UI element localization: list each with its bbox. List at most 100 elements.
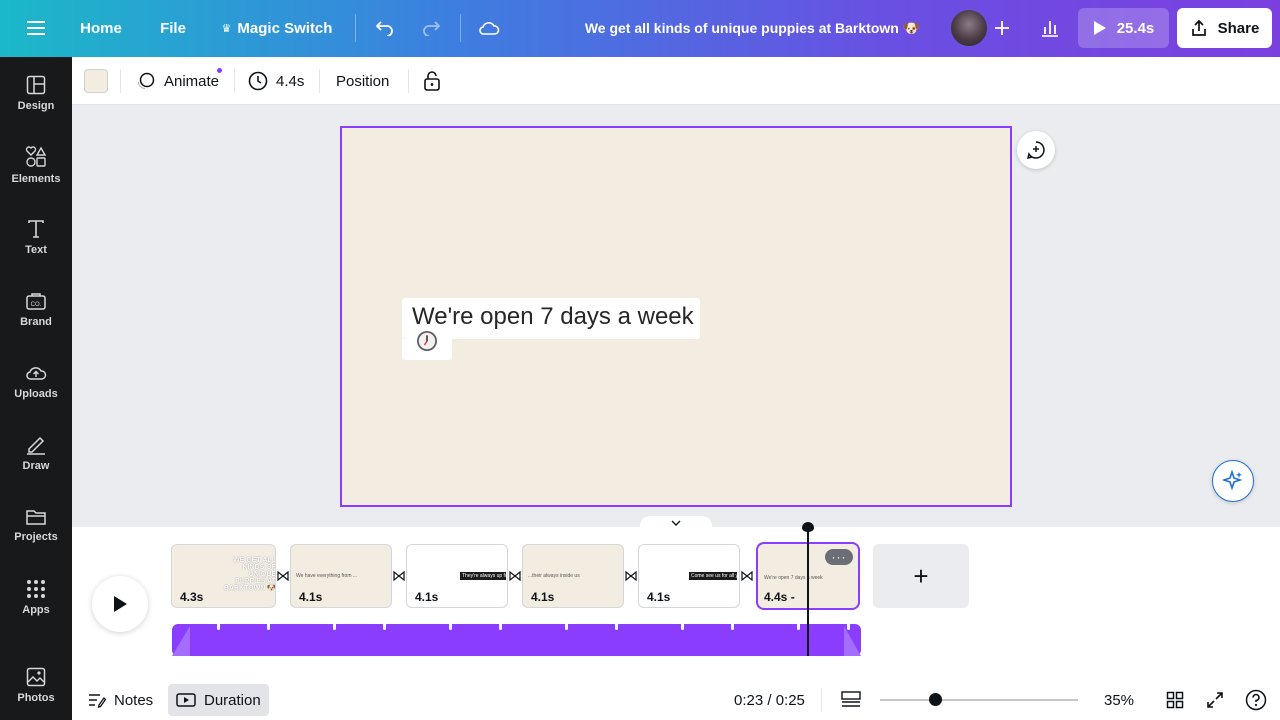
uploads-icon — [26, 366, 47, 380]
sidebar-item-photos[interactable]: Photos — [0, 651, 72, 719]
grid-view-button[interactable] — [1166, 684, 1184, 716]
playback-time: 0:23 / 0:25 — [734, 691, 805, 709]
document-title[interactable]: We get all kinds of unique puppies at Ba… — [580, 12, 925, 44]
insights-icon[interactable] — [1032, 10, 1068, 46]
share-button[interactable]: Share — [1177, 8, 1272, 48]
audio-marker — [499, 624, 502, 630]
home-button[interactable]: Home — [76, 12, 126, 44]
zoom-slider-track[interactable] — [880, 699, 1078, 701]
share-icon — [1191, 19, 1206, 36]
duration-icon — [176, 693, 196, 707]
play-presentation-button[interactable]: 25.4s — [1078, 8, 1169, 48]
sidebar-item-text[interactable]: Text — [0, 203, 72, 271]
audio-marker — [847, 624, 850, 630]
page-thumbnail[interactable]: They're always up for a good playdate 4.… — [406, 544, 508, 608]
help-button[interactable] — [1245, 684, 1267, 716]
sidebar-item-elements[interactable]: Elements — [0, 131, 72, 199]
audio-marker — [333, 624, 336, 630]
cloud-sync-icon[interactable] — [471, 10, 507, 46]
divider — [234, 69, 235, 93]
magic-switch-button[interactable]: ♛ Magic Switch — [220, 12, 334, 44]
page-thumbnail[interactable]: Come see us for all your puppy needs 4.1… — [638, 544, 740, 608]
clock-icon — [248, 71, 268, 91]
fullscreen-button[interactable] — [1206, 684, 1224, 716]
add-page-button[interactable]: + — [873, 544, 969, 608]
top-bar: Home File ♛ Magic Switch We get all kind… — [0, 0, 1280, 57]
audio-marker — [615, 624, 618, 630]
clock-emoji-icon[interactable] — [416, 330, 438, 352]
photos-icon — [26, 667, 46, 686]
divider — [319, 69, 320, 93]
magic-assistant-button[interactable] — [1212, 460, 1254, 502]
brand-icon: CO. — [26, 292, 46, 310]
redo-icon[interactable] — [413, 10, 449, 46]
audio-track[interactable] — [172, 624, 861, 656]
divider — [408, 69, 409, 93]
transition-icon[interactable] — [275, 568, 291, 584]
page-thumbnail[interactable]: We have everything from ... 4.1s — [290, 544, 392, 608]
draw-icon — [27, 436, 45, 455]
add-collaborator-icon[interactable] — [984, 10, 1020, 46]
file-button[interactable]: File — [156, 12, 190, 44]
transition-icon[interactable] — [623, 568, 639, 584]
zoom-level[interactable]: 35% — [1104, 684, 1134, 716]
transition-icon[interactable] — [739, 568, 755, 584]
timing-button[interactable]: 4.4s — [248, 57, 304, 105]
duration-button[interactable]: Duration — [168, 684, 269, 716]
notes-button[interactable]: Notes — [88, 684, 153, 716]
text-icon — [28, 219, 44, 238]
editor-toolbar: Animate 4.4s Position — [72, 57, 1280, 105]
sidebar-item-apps[interactable]: Apps — [0, 563, 72, 631]
timeline-play-button[interactable] — [92, 576, 148, 632]
sidebar-item-projects[interactable]: Projects — [0, 491, 72, 559]
grid-icon — [1166, 691, 1184, 709]
apps-icon — [27, 579, 45, 598]
new-indicator-dot — [217, 68, 222, 73]
transition-icon[interactable] — [507, 568, 523, 584]
collapse-timeline-button[interactable] — [640, 516, 712, 530]
zoom-slider-handle[interactable] — [928, 693, 942, 706]
page-more-options-button[interactable]: ··· — [825, 549, 853, 565]
playhead[interactable] — [807, 528, 809, 656]
design-icon — [26, 75, 46, 94]
sparkle-icon — [1222, 470, 1243, 491]
divider — [120, 69, 121, 93]
canvas-text[interactable]: We're open 7 days a week — [412, 303, 694, 331]
play-icon — [1093, 21, 1106, 35]
play-icon — [114, 596, 127, 612]
menu-icon[interactable] — [20, 12, 52, 44]
avatar[interactable] — [949, 8, 989, 48]
position-button[interactable]: Position — [336, 57, 389, 105]
lock-button[interactable] — [423, 57, 441, 105]
audio-marker — [731, 624, 734, 630]
sidebar-item-uploads[interactable]: Uploads — [0, 347, 72, 415]
notes-icon — [89, 694, 106, 708]
audio-marker — [797, 624, 800, 630]
crown-icon: ♛ — [221, 22, 232, 35]
left-sidebar: Design Elements Text CO. Brand Uploads D… — [0, 57, 72, 720]
transition-icon[interactable] — [391, 568, 407, 584]
audio-marker — [449, 624, 452, 630]
divider — [460, 14, 461, 42]
audio-track-shape — [172, 626, 861, 656]
audio-marker — [681, 624, 684, 630]
page-thumbnail[interactable]: WE GET ALL KINDS OF UNIQUE PUPPIES AT BA… — [171, 544, 276, 608]
sidebar-item-design[interactable]: Design — [0, 59, 72, 127]
page-view-toggle[interactable] — [840, 684, 862, 716]
animate-button[interactable]: Animate — [136, 57, 219, 105]
background-color-swatch[interactable] — [84, 69, 108, 93]
divider — [821, 688, 822, 712]
audio-marker — [217, 624, 220, 630]
projects-icon — [26, 509, 46, 525]
chevron-down-icon — [671, 520, 681, 526]
playhead-handle[interactable] — [802, 522, 814, 532]
sidebar-item-draw[interactable]: Draw — [0, 419, 72, 487]
comment-button[interactable] — [1017, 131, 1055, 169]
page-thumbnail[interactable]: ...their always inside us 4.1s — [522, 544, 624, 608]
svg-text:CO.: CO. — [31, 302, 42, 308]
timeline-view-icon — [841, 691, 861, 707]
sidebar-item-brand[interactable]: CO. Brand — [0, 275, 72, 343]
audio-marker — [267, 624, 270, 630]
undo-icon[interactable] — [367, 10, 403, 46]
design-canvas[interactable]: We're open 7 days a week — [340, 126, 1012, 507]
